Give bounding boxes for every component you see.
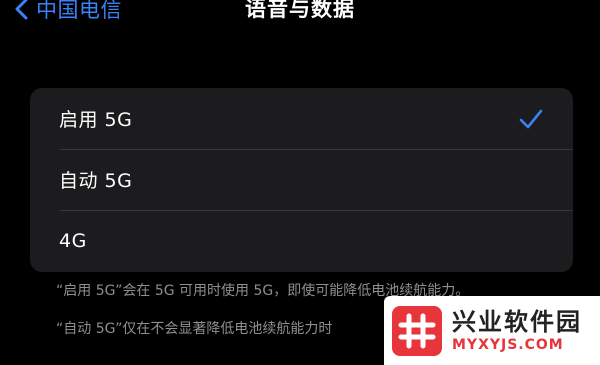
option-auto-5g[interactable]: 自动 5G [30, 149, 573, 210]
option-label: 自动 5G [59, 170, 133, 192]
option-label: 启用 5G [59, 109, 133, 131]
watermark-logo-icon [392, 305, 442, 356]
option-label: 4G [59, 229, 87, 252]
option-enable-5g[interactable]: 启用 5G [30, 88, 573, 149]
voice-and-data-screen: 中国电信 语音与数据 启用 5G 自动 5G 4G “启用 5G”会在 5G 可… [0, 0, 600, 365]
watermark-url: MYXYJS.COM [452, 336, 564, 353]
page-title: 语音与数据 [245, 0, 355, 21]
option-4g[interactable]: 4G [30, 210, 573, 271]
watermark-text: 兴业软件园 MYXYJS.COM [452, 308, 582, 354]
navigation-bar: 中国电信 语音与数据 [0, 0, 600, 32]
watermark-name: 兴业软件园 [452, 307, 582, 336]
checkmark-icon [519, 109, 543, 129]
network-mode-options: 启用 5G 自动 5G 4G [30, 88, 573, 272]
watermark: 兴业软件园 MYXYJS.COM [384, 296, 600, 365]
